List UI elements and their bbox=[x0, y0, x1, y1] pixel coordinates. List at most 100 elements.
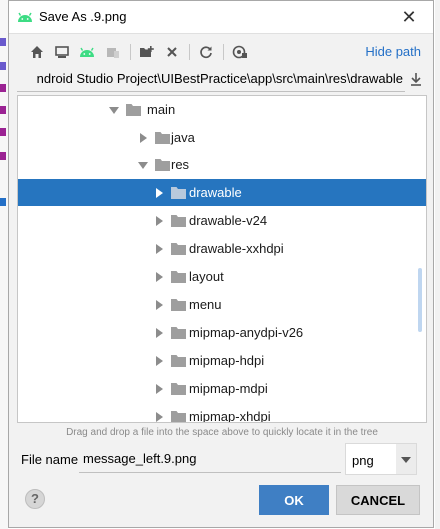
refresh-icon bbox=[200, 46, 212, 59]
folder-icon bbox=[171, 271, 186, 283]
tree-row-res[interactable]: res bbox=[18, 151, 426, 178]
module-button[interactable] bbox=[103, 42, 123, 62]
close-button[interactable]: ✕ bbox=[399, 7, 419, 27]
tree-row-drawable[interactable]: drawable bbox=[18, 179, 426, 206]
tree-row-drawable-v24[interactable]: drawable-v24 bbox=[18, 207, 426, 234]
expand-arrow-icon[interactable] bbox=[156, 300, 163, 310]
cancel-button[interactable]: CANCEL bbox=[336, 485, 420, 515]
folder-icon bbox=[171, 243, 186, 255]
tree-row-drawable-xxhdpi[interactable]: drawable-xxhdpi bbox=[18, 235, 426, 262]
download-icon[interactable] bbox=[409, 72, 423, 86]
refresh-button[interactable] bbox=[196, 42, 216, 62]
tree-row-label: drawable-v24 bbox=[189, 213, 268, 228]
file-name-input[interactable] bbox=[79, 445, 341, 473]
ok-button[interactable]: OK bbox=[259, 485, 329, 515]
collapse-arrow-icon[interactable] bbox=[138, 162, 148, 169]
expand-arrow-icon[interactable] bbox=[156, 328, 163, 338]
module-icon bbox=[107, 48, 119, 58]
file-type-value: png bbox=[352, 453, 374, 468]
expand-arrow-icon[interactable] bbox=[156, 356, 163, 366]
editor-mark bbox=[0, 84, 6, 92]
expand-arrow-icon[interactable] bbox=[156, 188, 163, 198]
folder-icon bbox=[126, 104, 141, 116]
path-field[interactable]: ndroid Studio Project\UIBestPractice\app… bbox=[17, 69, 405, 92]
title-bar: Save As .9.png ✕ bbox=[9, 1, 433, 34]
tree-row-label: mipmap-hdpi bbox=[189, 353, 265, 368]
tree-row-mipmap-xhdpi[interactable]: mipmap-xhdpi bbox=[18, 403, 426, 423]
toolbar-separator bbox=[223, 44, 224, 60]
dialog-title: Save As .9.png bbox=[39, 9, 127, 24]
new-folder-button[interactable] bbox=[137, 42, 157, 62]
tree-row-mipmap-hdpi[interactable]: mipmap-hdpi bbox=[18, 347, 426, 374]
expand-arrow-icon[interactable] bbox=[156, 272, 163, 282]
toolbar-separator bbox=[130, 44, 131, 60]
show-hidden-button[interactable] bbox=[230, 42, 250, 62]
delete-icon bbox=[167, 47, 177, 57]
android-icon bbox=[80, 47, 94, 57]
tree-row-label: mipmap-anydpi-v26 bbox=[189, 325, 304, 340]
folder-icon bbox=[171, 187, 186, 199]
editor-mark bbox=[0, 152, 6, 160]
hide-path-link[interactable]: Hide path bbox=[365, 44, 421, 59]
folder-icon bbox=[155, 132, 170, 144]
android-icon bbox=[18, 12, 32, 22]
chevron-down-icon bbox=[401, 457, 411, 463]
editor-mark bbox=[0, 128, 6, 136]
desktop-button[interactable] bbox=[52, 42, 72, 62]
folder-icon bbox=[171, 355, 186, 367]
tree-row-label: mipmap-xhdpi bbox=[189, 409, 271, 423]
desktop-icon bbox=[55, 46, 69, 58]
collapse-arrow-icon[interactable] bbox=[109, 107, 119, 114]
help-button[interactable]: ? bbox=[25, 489, 45, 509]
close-icon: ✕ bbox=[401, 7, 417, 27]
expand-arrow-icon[interactable] bbox=[156, 412, 163, 422]
tree-row-label: layout bbox=[189, 269, 224, 284]
tree-row-label: mipmap-mdpi bbox=[189, 381, 268, 396]
editor-mark bbox=[0, 106, 6, 114]
tree-row-main[interactable]: main bbox=[18, 96, 426, 123]
file-name-label: File name: bbox=[21, 452, 82, 467]
tree-scrollbar[interactable] bbox=[418, 268, 422, 332]
tree-row-label: res bbox=[171, 157, 190, 172]
expand-arrow-icon[interactable] bbox=[156, 384, 163, 394]
folder-icon bbox=[155, 159, 170, 171]
dropdown-button[interactable] bbox=[396, 444, 416, 474]
tree-row-layout[interactable]: layout bbox=[18, 263, 426, 290]
folder-icon bbox=[171, 383, 186, 395]
file-type-select[interactable]: png bbox=[345, 443, 417, 475]
tree-row-label: menu bbox=[189, 297, 222, 312]
show-hidden-icon bbox=[232, 45, 247, 59]
folder-tree[interactable]: main java res drawable drawable-v24 draw… bbox=[17, 95, 427, 423]
delete-button[interactable] bbox=[162, 42, 182, 62]
expand-arrow-icon[interactable] bbox=[140, 133, 147, 143]
file-name-row: File name: png bbox=[9, 443, 433, 477]
help-icon: ? bbox=[31, 491, 39, 506]
background-editor bbox=[0, 0, 8, 529]
folder-icon bbox=[171, 327, 186, 339]
tree-row-mipmap-mdpi[interactable]: mipmap-mdpi bbox=[18, 375, 426, 402]
home-icon bbox=[31, 46, 43, 58]
expand-arrow-icon[interactable] bbox=[156, 216, 163, 226]
editor-mark bbox=[0, 38, 6, 46]
tree-row-menu[interactable]: menu bbox=[18, 291, 426, 318]
home-button[interactable] bbox=[27, 42, 47, 62]
tree-row-java[interactable]: java bbox=[18, 124, 426, 151]
tree-row-label: drawable bbox=[189, 185, 242, 200]
editor-mark bbox=[0, 198, 6, 206]
drag-drop-hint: Drag and drop a file into the space abov… bbox=[66, 427, 378, 438]
new-folder-icon bbox=[140, 46, 154, 57]
editor-mark bbox=[0, 62, 6, 70]
tree-row-mipmap-anydpi-v26[interactable]: mipmap-anydpi-v26 bbox=[18, 319, 426, 346]
folder-icon bbox=[171, 215, 186, 227]
path-value: ndroid Studio Project\UIBestPractice\app… bbox=[36, 71, 403, 86]
tree-row-label: drawable-xxhdpi bbox=[189, 241, 284, 256]
folder-icon bbox=[171, 299, 186, 311]
expand-arrow-icon[interactable] bbox=[156, 244, 163, 254]
tree-row-label: java bbox=[171, 130, 195, 145]
folder-icon bbox=[171, 411, 186, 422]
tree-row-label: main bbox=[147, 102, 176, 117]
android-project-button[interactable] bbox=[77, 42, 97, 62]
toolbar-separator bbox=[189, 44, 190, 60]
background-editor-right bbox=[435, 0, 440, 529]
save-as-dialog: Save As .9.png ✕ Hide path ndroid Studio… bbox=[8, 0, 434, 528]
